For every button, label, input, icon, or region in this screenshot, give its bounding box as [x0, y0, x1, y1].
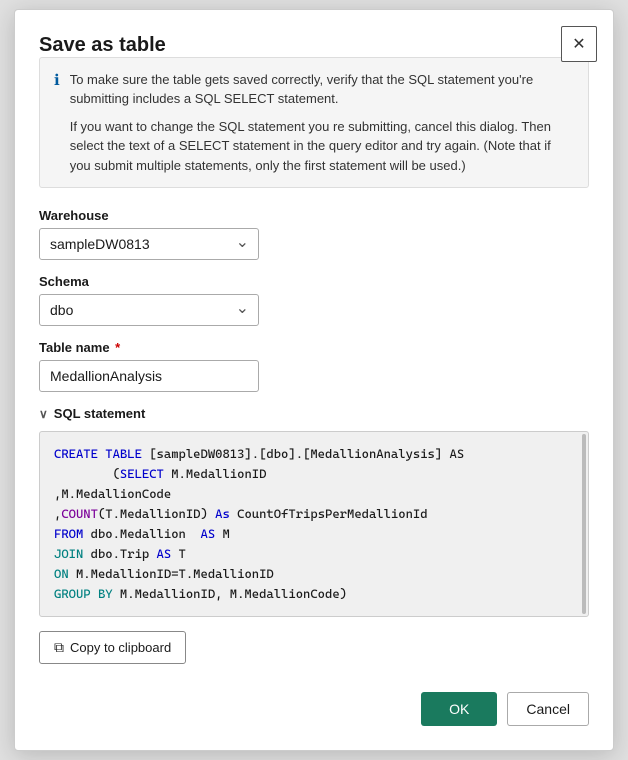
copy-button-label: Copy to clipboard: [70, 640, 171, 655]
info-text: To make sure the table gets saved correc…: [70, 70, 574, 176]
ok-button[interactable]: OK: [421, 692, 497, 726]
sql-section: ∨ SQL statement CREATE TABLE [sampleDW08…: [39, 406, 589, 617]
close-button[interactable]: ✕: [561, 26, 597, 62]
table-name-label: Table name *: [39, 340, 589, 355]
sql-line-8: GROUP BY M.MedallionID, M.MedallionCode): [54, 584, 574, 604]
sql-line-1: CREATE TABLE [sampleDW0813].[dbo].[Medal…: [54, 444, 574, 464]
info-line1: To make sure the table gets saved correc…: [70, 70, 574, 109]
scrollbar[interactable]: [582, 434, 586, 614]
chevron-down-icon: ∨: [39, 407, 48, 421]
required-indicator: *: [112, 340, 121, 355]
warehouse-select-wrapper: sampleDW0813: [39, 228, 259, 260]
sql-line-4: ,COUNT(T.MedallionID) As CountOfTripsPer…: [54, 504, 574, 524]
info-icon: ℹ: [54, 71, 60, 176]
table-name-field-group: Table name *: [39, 340, 589, 392]
copy-to-clipboard-button[interactable]: ⧉ Copy to clipboard: [39, 631, 186, 664]
info-line2: If you want to change the SQL statement …: [70, 117, 574, 176]
warehouse-label: Warehouse: [39, 208, 589, 223]
sql-line-5: FROM dbo.Medallion AS M: [54, 524, 574, 544]
table-name-input[interactable]: [39, 360, 259, 392]
dialog-title: Save as table: [39, 34, 166, 56]
dialog-footer: OK Cancel: [39, 692, 589, 726]
clipboard-icon: ⧉: [54, 639, 64, 656]
sql-line-7: ON M.MedallionID=T.MedallionID: [54, 564, 574, 584]
schema-field-group: Schema dbo: [39, 274, 589, 326]
close-icon: ✕: [572, 34, 585, 54]
save-as-table-dialog: Save as table ✕ ℹ To make sure the table…: [14, 9, 614, 752]
warehouse-field-group: Warehouse sampleDW0813: [39, 208, 589, 260]
schema-select-wrapper: dbo: [39, 294, 259, 326]
info-box: ℹ To make sure the table gets saved corr…: [39, 57, 589, 189]
sql-line-6: JOIN dbo.Trip AS T: [54, 544, 574, 564]
schema-label: Schema: [39, 274, 589, 289]
sql-toggle[interactable]: ∨ SQL statement: [39, 406, 589, 421]
sql-section-label: SQL statement: [54, 406, 146, 421]
cancel-button[interactable]: Cancel: [507, 692, 589, 726]
sql-line-3: ,M.MedallionCode: [54, 484, 574, 504]
warehouse-select[interactable]: sampleDW0813: [39, 228, 259, 260]
schema-select[interactable]: dbo: [39, 294, 259, 326]
sql-line-2: (SELECT M.MedallionID: [54, 464, 574, 484]
sql-editor: CREATE TABLE [sampleDW0813].[dbo].[Medal…: [39, 431, 589, 617]
